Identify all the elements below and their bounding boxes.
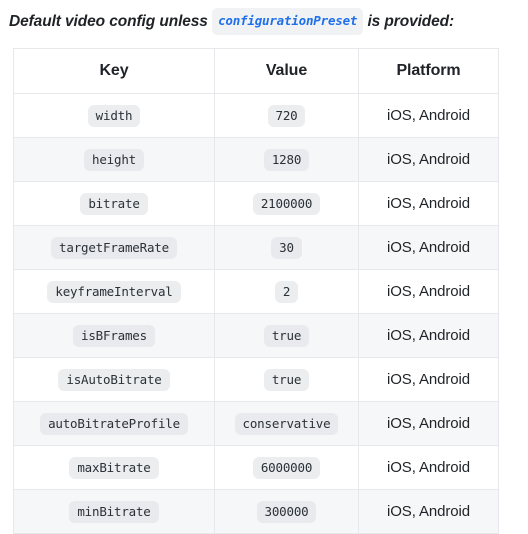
platform-label: iOS, Android [386,282,470,300]
cell-key: isBFrames [13,313,215,358]
cell-value: true [214,357,359,402]
platform-label: iOS, Android [386,414,470,432]
value-code-chip: true [263,324,310,347]
key-code-chip: minBitrate [69,500,159,523]
config-table-page: Default video config unless configuratio… [0,0,528,534]
cell-key: autoBitrateProfile [13,401,215,446]
table-header: Key Value Platform [13,48,499,94]
cell-platform: iOS, Android [358,269,499,314]
table-body: width 720 iOS, Android height 1280 iOS, Andro… [13,93,499,534]
key-code-chip: isBFrames [73,324,155,347]
platform-label: iOS, Android [386,370,470,388]
cell-key: isAutoBitrate [13,357,215,402]
value-code-chip: 6000000 [252,456,321,479]
key-code-chip: keyframeInterval [47,280,181,303]
table-row: width 720 iOS, Android [13,93,499,138]
platform-label: iOS, Android [386,502,470,520]
table-row: keyframeInterval 2 iOS, Android [13,269,499,314]
platform-label: iOS, Android [386,150,470,168]
table-row: isBFrames true iOS, Android [13,313,499,358]
config-table-wrapper: Key Value Platform width 720 iOS, Android h… [13,48,499,534]
value-code-chip: 720 [267,104,306,127]
cell-value: 2100000 [214,181,359,226]
cell-key: targetFrameRate [13,225,215,270]
cell-value: conservative [214,401,359,446]
key-code-chip: autoBitrateProfile [40,412,188,435]
caption-text-after: is provided: [367,13,455,30]
table-row: minBitrate 300000 iOS, Android [13,489,499,534]
cell-platform: iOS, Android [358,445,499,490]
table-caption: Default video config unless configuratio… [9,8,454,35]
cell-key: height [13,137,215,182]
key-code-chip: height [84,148,144,171]
cell-platform: iOS, Android [358,401,499,446]
value-code-chip: conservative [234,412,339,435]
cell-value: 300000 [214,489,359,534]
cell-value: 6000000 [214,445,359,490]
caption-text-before: Default video config unless [9,13,208,30]
key-code-chip: targetFrameRate [51,236,177,259]
key-code-chip: bitrate [80,192,148,215]
platform-label: iOS, Android [386,106,470,124]
cell-key: keyframeInterval [13,269,215,314]
cell-value: 30 [214,225,359,270]
cell-key: bitrate [13,181,215,226]
cell-platform: iOS, Android [358,225,499,270]
cell-platform: iOS, Android [358,357,499,402]
table-header-row: Key Value Platform [13,48,499,94]
cell-platform: iOS, Android [358,181,499,226]
cell-platform: iOS, Android [358,489,499,534]
cell-platform: iOS, Android [358,313,499,358]
cell-platform: iOS, Android [358,93,499,138]
table-row: isAutoBitrate true iOS, Android [13,357,499,402]
table-row: autoBitrateProfile conservative iOS, Andro… [13,401,499,446]
platform-label: iOS, Android [386,238,470,256]
table-row: bitrate 2100000 iOS, Android [13,181,499,226]
platform-label: iOS, Android [386,194,470,212]
cell-key: maxBitrate [13,445,215,490]
key-code-chip: maxBitrate [69,456,159,479]
column-header-value: Value [214,48,359,94]
value-code-chip: 1280 [263,148,310,171]
platform-label: iOS, Android [386,458,470,476]
cell-key: width [13,93,215,138]
value-code-chip: 300000 [256,500,317,523]
key-code-chip: isAutoBitrate [58,368,170,391]
key-code-chip: width [87,104,141,127]
value-code-chip: 30 [271,236,302,259]
cell-platform: iOS, Android [358,137,499,182]
default-video-config-table: Key Value Platform width 720 iOS, Android h… [13,48,499,534]
value-code-chip: true [263,368,310,391]
value-code-chip: 2 [274,280,299,303]
column-header-key: Key [13,48,215,94]
cell-value: 2 [214,269,359,314]
cell-value: true [214,313,359,358]
table-row: height 1280 iOS, Android [13,137,499,182]
column-header-platform: Platform [358,48,499,94]
table-row: maxBitrate 6000000 iOS, Android [13,445,499,490]
cell-value: 720 [214,93,359,138]
cell-value: 1280 [214,137,359,182]
platform-label: iOS, Android [386,326,470,344]
table-row: targetFrameRate 30 iOS, Android [13,225,499,270]
value-code-chip: 2100000 [252,192,321,215]
cell-key: minBitrate [13,489,215,534]
caption-code-token: configurationPreset [212,8,364,35]
